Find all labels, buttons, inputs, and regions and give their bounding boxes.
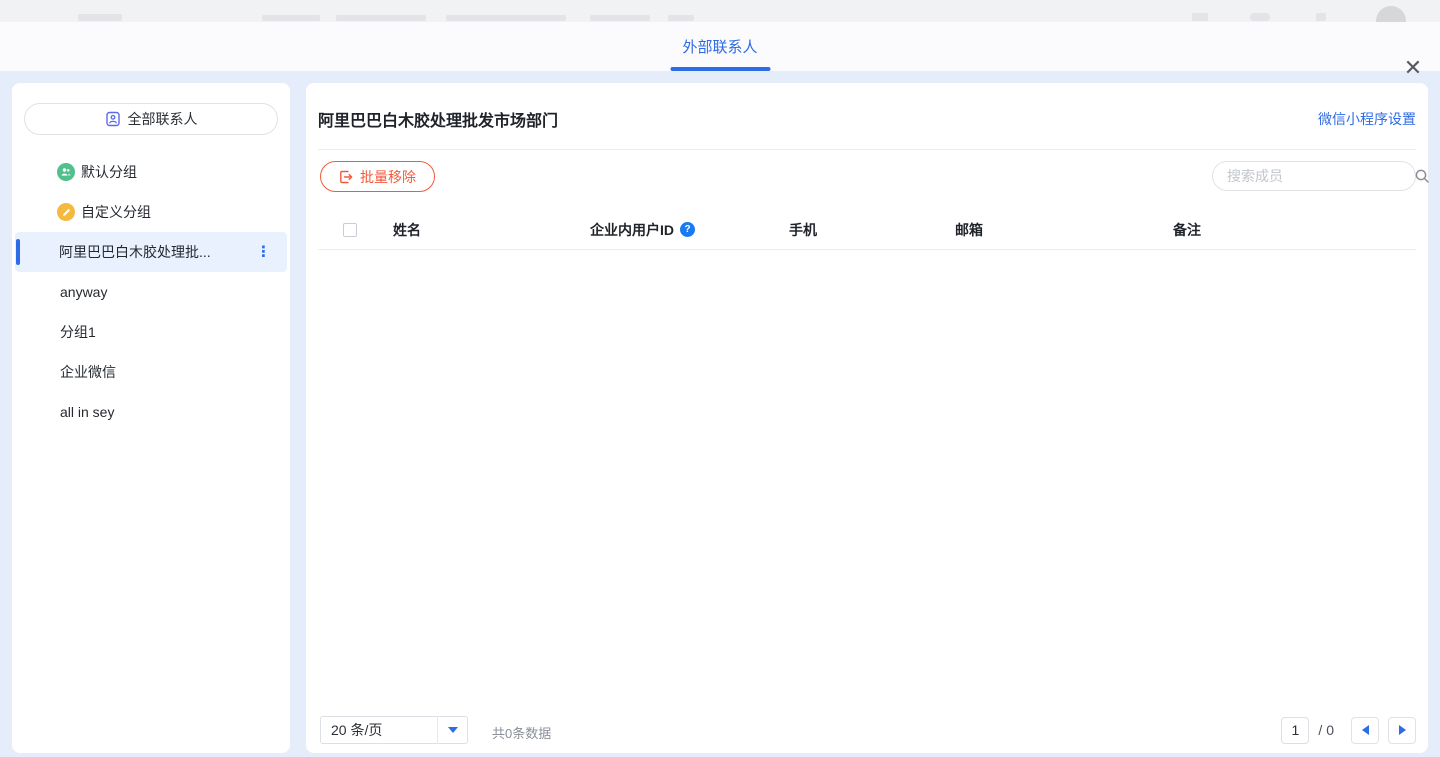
search-icon[interactable] <box>1414 168 1430 184</box>
miniprogram-settings-link[interactable]: 微信小程序设置 <box>1318 109 1416 129</box>
panel-title-row: 阿里巴巴白木胶处理批发市场部门 微信小程序设置 <box>318 103 1416 135</box>
group-label: anyway <box>60 284 107 300</box>
members-table-header: 姓名 企业内用户ID ? 手机 邮箱 备注 <box>318 210 1416 250</box>
group-label: 阿里巴巴白木胶处理批... <box>59 242 211 262</box>
tab-active-underline <box>670 67 770 71</box>
total-count-text: 共0条数据 <box>492 723 551 742</box>
sidebar-item-all-in-sey[interactable]: all in sey <box>12 392 290 432</box>
column-label: 企业内用户ID <box>590 220 674 240</box>
background-ghost <box>1316 13 1326 21</box>
contact-groups-sidebar: 全部联系人 默认分组 <box>12 83 290 753</box>
column-label: 邮箱 <box>955 220 983 240</box>
column-internal-user-id: 企业内用户ID ? <box>590 220 789 240</box>
table-footer: 20 条/页 共0条数据 / 0 <box>318 716 1416 744</box>
column-label: 手机 <box>789 220 817 240</box>
remove-export-icon <box>339 170 353 184</box>
column-remark: 备注 <box>1173 220 1416 240</box>
total-pages-text: / 0 <box>1318 722 1334 738</box>
all-contacts-label: 全部联系人 <box>128 109 198 129</box>
pencil-icon <box>57 203 75 221</box>
modal-header: 外部联系人 ✕ <box>0 22 1440 71</box>
chevron-left-icon <box>1362 725 1369 735</box>
batch-remove-button[interactable]: 批量移除 <box>320 161 435 192</box>
group-label: 默认分组 <box>81 162 137 182</box>
next-page-button[interactable] <box>1388 717 1416 744</box>
people-icon <box>57 163 75 181</box>
search-input[interactable] <box>1213 168 1414 184</box>
background-ghost <box>590 15 650 21</box>
group-label: 分组1 <box>60 322 96 342</box>
member-search-box <box>1212 161 1416 191</box>
background-app-strip <box>0 0 1440 22</box>
batch-remove-label: 批量移除 <box>360 167 416 187</box>
background-ghost <box>336 15 426 21</box>
header-select-cell <box>318 223 393 237</box>
pager: / 0 <box>1281 716 1416 744</box>
background-ghost <box>1250 13 1270 21</box>
background-ghost <box>78 14 122 21</box>
select-all-checkbox[interactable] <box>343 223 357 237</box>
background-ghost <box>1192 13 1208 21</box>
toolbar: 批量移除 <box>318 161 1416 192</box>
column-label: 姓名 <box>393 220 421 240</box>
group-members-panel: 阿里巴巴白木胶处理批发市场部门 微信小程序设置 批量移除 <box>306 83 1428 753</box>
caret-zone <box>437 716 467 744</box>
sidebar-item-default-group[interactable]: 默认分组 <box>12 152 290 192</box>
prev-page-button[interactable] <box>1351 717 1379 744</box>
close-icon[interactable]: ✕ <box>1400 55 1426 81</box>
column-label: 备注 <box>1173 220 1201 240</box>
background-ghost <box>262 15 320 21</box>
group-list: 默认分组 自定义分组 阿里巴巴白木胶处理批... ⋮ anyway 分组1 <box>12 152 290 432</box>
contact-book-icon <box>105 111 121 127</box>
sidebar-item-group1[interactable]: 分组1 <box>12 312 290 352</box>
page-size-value: 20 条/页 <box>321 720 437 740</box>
tab-label: 外部联系人 <box>682 36 757 57</box>
sidebar-item-custom-group[interactable]: 自定义分组 <box>12 192 290 232</box>
group-label: 自定义分组 <box>81 202 151 222</box>
page-number-input[interactable] <box>1281 717 1309 744</box>
column-email: 邮箱 <box>955 220 1173 240</box>
help-icon[interactable]: ? <box>680 222 695 237</box>
sidebar-item-alibaba-group[interactable]: 阿里巴巴白木胶处理批... ⋮ <box>15 232 287 272</box>
page-title: 阿里巴巴白木胶处理批发市场部门 <box>318 107 558 131</box>
external-contacts-dialog: 外部联系人 ✕ 全部联系人 <box>0 0 1440 757</box>
sidebar-item-wecom[interactable]: 企业微信 <box>12 352 290 392</box>
all-contacts-button[interactable]: 全部联系人 <box>24 103 278 135</box>
tab-external-contacts[interactable]: 外部联系人 <box>682 22 757 71</box>
chevron-down-icon <box>448 727 458 733</box>
column-name: 姓名 <box>393 220 590 240</box>
page-size-select[interactable]: 20 条/页 <box>320 716 468 744</box>
group-label: all in sey <box>60 404 114 420</box>
column-phone: 手机 <box>789 220 955 240</box>
more-options-icon[interactable]: ⋮ <box>256 245 271 260</box>
selected-indicator <box>16 239 20 265</box>
sidebar-item-anyway[interactable]: anyway <box>12 272 290 312</box>
background-avatar-ghost <box>1376 6 1406 22</box>
divider <box>318 149 1416 150</box>
background-ghost <box>446 15 566 21</box>
background-ghost <box>668 15 694 21</box>
chevron-right-icon <box>1399 725 1406 735</box>
group-label: 企业微信 <box>60 362 116 382</box>
